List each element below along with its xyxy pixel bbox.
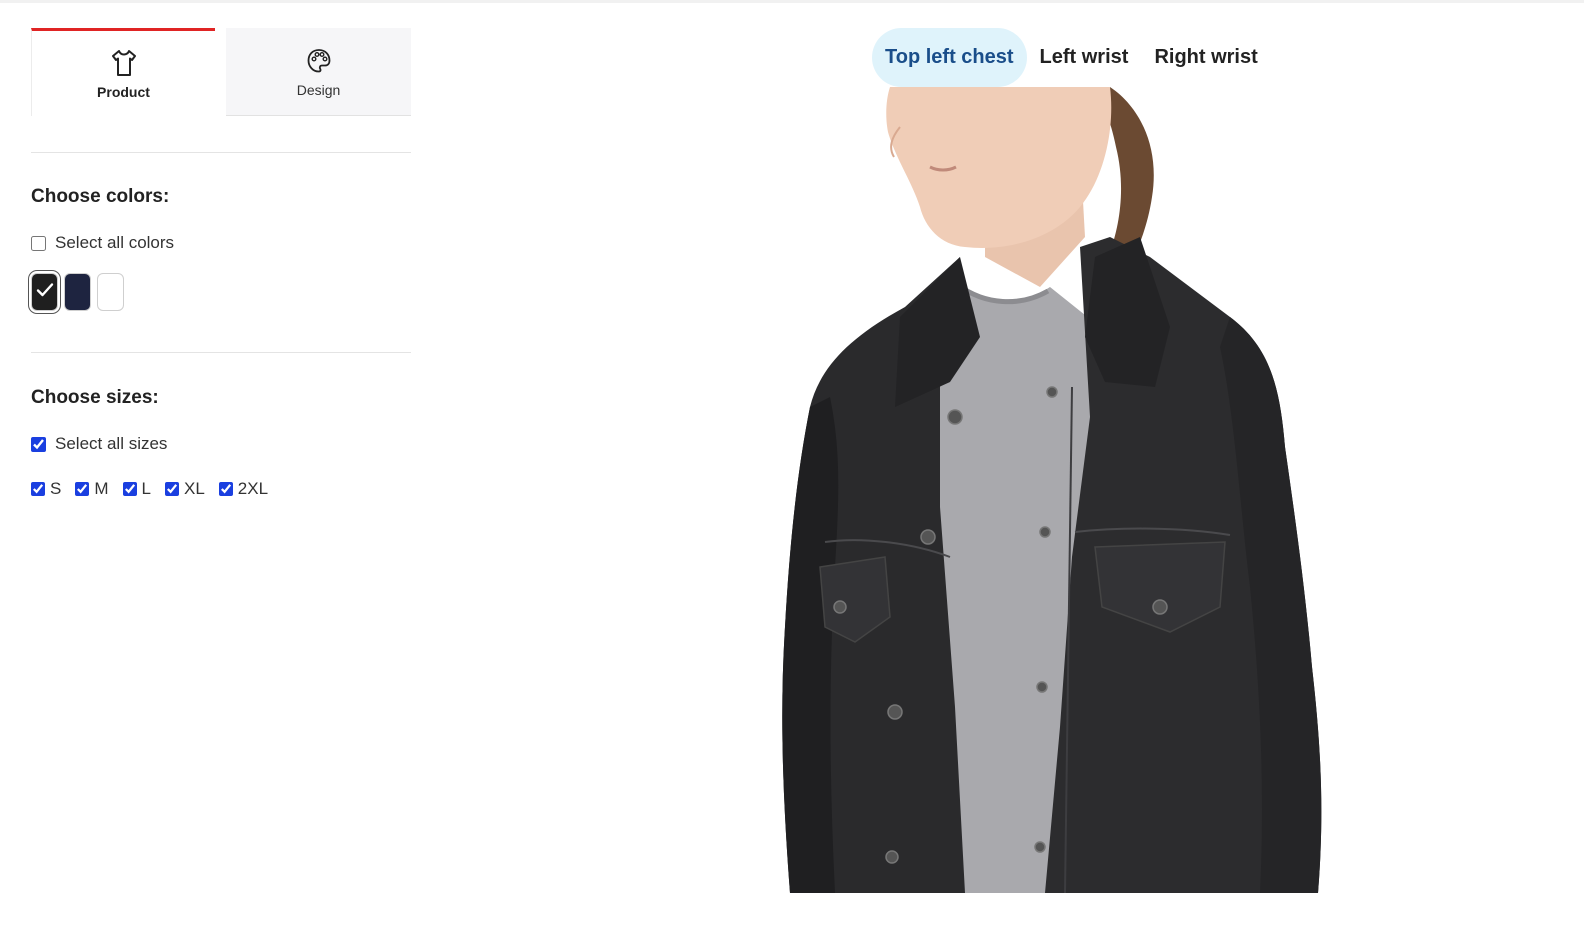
select-all-sizes-checkbox[interactable] xyxy=(31,436,46,452)
color-swatch-black[interactable] xyxy=(31,273,58,311)
choose-sizes-heading: Choose sizes: xyxy=(31,387,159,408)
size-option-l[interactable]: L xyxy=(122,479,151,499)
product-preview-stage: Top left chest Left wrist Right wrist xyxy=(640,0,1584,952)
size-label: M xyxy=(94,479,109,498)
select-all-colors-row: Select all colors xyxy=(31,233,411,253)
select-all-sizes-label: Select all sizes xyxy=(55,434,168,453)
size-option-s[interactable]: S xyxy=(31,479,61,499)
size-label: XL xyxy=(183,479,205,498)
size-label: 2XL xyxy=(237,479,269,498)
placement-left-wrist[interactable]: Left wrist xyxy=(1027,28,1142,87)
placement-selector: Top left chest Left wrist Right wrist xyxy=(872,28,1271,87)
choose-colors-heading: Choose colors: xyxy=(31,186,170,207)
select-all-colors-label: Select all colors xyxy=(55,233,175,252)
size-option-2xl[interactable]: 2XL xyxy=(218,479,269,499)
size-checkbox-s[interactable] xyxy=(31,482,45,496)
palette-icon xyxy=(305,46,333,76)
color-swatch-navy[interactable] xyxy=(64,273,91,311)
tab-design-label: Design xyxy=(296,81,341,98)
size-checkbox-xl[interactable] xyxy=(164,482,179,496)
size-checkbox-m[interactable] xyxy=(75,482,90,496)
size-label: S xyxy=(50,479,62,498)
placement-top-left-chest[interactable]: Top left chest xyxy=(872,28,1027,87)
tab-product-label: Product xyxy=(97,83,150,100)
tab-product[interactable]: Product xyxy=(31,28,215,116)
product-model-image xyxy=(782,87,1322,893)
checkmark-icon xyxy=(36,282,54,303)
size-option-m[interactable]: M xyxy=(75,479,109,499)
product-options-panel: Product Design Choose colors: Select all… xyxy=(31,28,411,499)
size-checkbox-l[interactable] xyxy=(122,482,137,496)
placement-right-wrist[interactable]: Right wrist xyxy=(1141,28,1270,87)
size-label: L xyxy=(141,479,151,498)
divider xyxy=(31,152,411,153)
select-all-sizes-row: Select all sizes xyxy=(31,434,411,454)
size-option-xl[interactable]: XL xyxy=(164,479,205,499)
divider xyxy=(31,352,411,353)
tshirt-icon xyxy=(110,48,138,78)
tab-design[interactable]: Design xyxy=(226,28,411,116)
color-swatch-white[interactable] xyxy=(97,273,124,311)
size-options: S M L XL 2XL xyxy=(31,479,411,499)
color-swatches xyxy=(31,273,411,311)
panel-tabs: Product Design xyxy=(31,28,411,116)
size-checkbox-2xl[interactable] xyxy=(218,482,233,496)
select-all-colors-checkbox[interactable] xyxy=(31,235,46,251)
